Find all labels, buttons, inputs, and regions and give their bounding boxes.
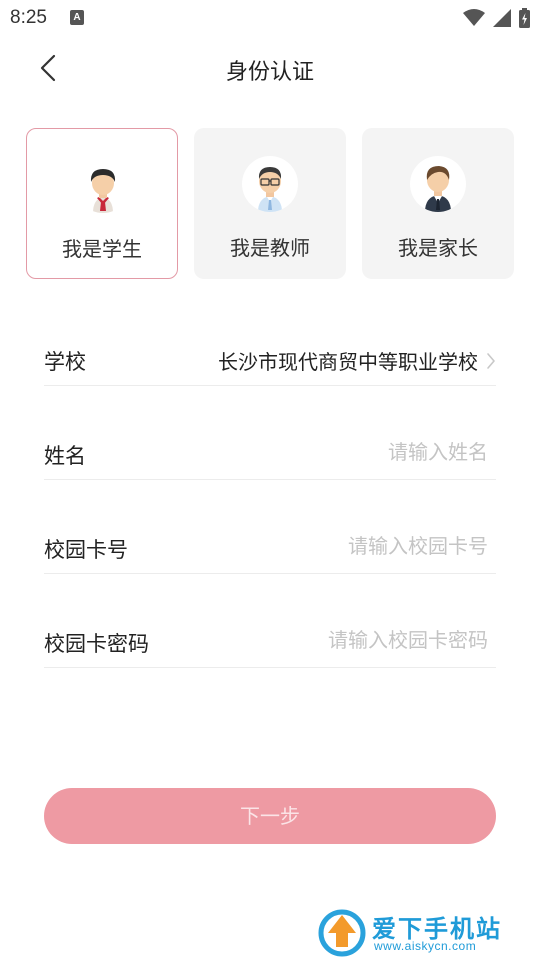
watermark-logo [318,909,366,957]
wifi-icon [463,9,485,26]
name-label: 姓名 [44,444,86,468]
card-password-label: 校园卡密码 [44,632,149,656]
teacher-avatar-icon [242,156,298,212]
role-card-student[interactable]: 我是学生 [26,128,178,279]
next-step-button[interactable]: 下一步 [44,788,496,844]
role-label: 我是教师 [230,236,310,260]
notification-icon: A [70,10,84,25]
battery-icon [519,8,530,28]
role-label: 我是家长 [398,236,478,260]
school-label: 学校 [44,350,86,374]
name-row: 姓名 [44,430,496,480]
role-card-parent[interactable]: 我是家长 [362,128,514,279]
name-input[interactable] [208,440,488,464]
parent-avatar-icon [410,156,466,212]
school-row[interactable]: 学校 长沙市现代商贸中等职业学校 [44,336,496,386]
status-icons [463,8,530,28]
status-time: 8:25 [10,7,47,28]
chevron-right-icon [487,353,495,369]
role-card-teacher[interactable]: 我是教师 [194,128,346,279]
status-bar: 8:25 A [0,0,540,36]
card-number-row: 校园卡号 [44,524,496,574]
signal-icon [493,9,511,27]
card-number-input[interactable] [208,534,488,558]
page-title: 身份认证 [225,60,314,85]
school-value: 长沙市现代商贸中等职业学校 [218,350,478,374]
student-avatar-icon [75,157,131,213]
watermark-url: www.aiskycn.com [374,939,477,953]
role-label: 我是学生 [62,237,142,261]
card-number-label: 校园卡号 [44,538,128,562]
card-password-row: 校园卡密码 [44,618,496,668]
watermark: 爱下手机站 www.aiskycn.com [318,905,538,959]
card-password-input[interactable] [208,628,488,652]
